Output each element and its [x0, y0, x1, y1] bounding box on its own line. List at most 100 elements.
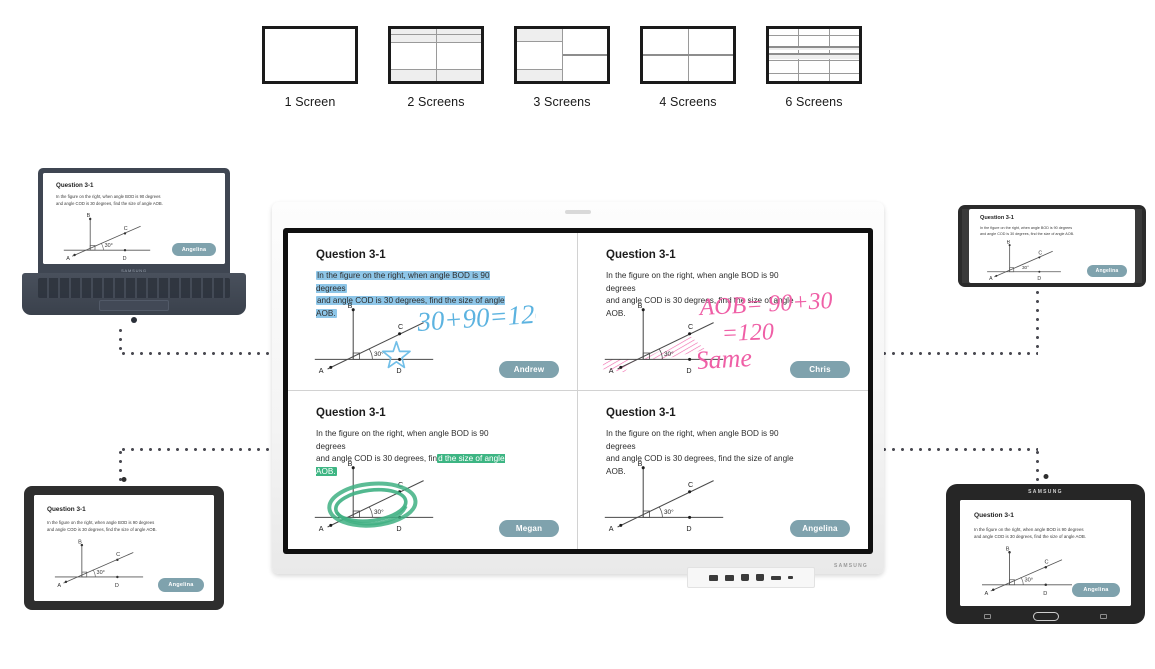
svg-text:D: D [1037, 276, 1041, 281]
layout-6-screens-icon [766, 26, 862, 84]
student-badge[interactable]: Angelina [1087, 265, 1127, 277]
pane-body-line-1: In the figure on the right, when angle B… [316, 429, 489, 451]
layout-1-screen-icon [262, 26, 358, 84]
svg-text:B: B [1007, 240, 1011, 246]
layout-option-4-screens[interactable]: 4 Screens [638, 26, 738, 109]
svg-text:A: A [319, 366, 324, 375]
tablet-camera-icon [121, 477, 127, 482]
layout-3-screens-icon [514, 26, 610, 84]
student-badge[interactable]: Angelina [790, 520, 850, 537]
tablet-left-frame: Question 3-1 In the figure on the right,… [24, 486, 224, 610]
pane-megan[interactable]: Question 3-1 In the figure on the right,… [288, 391, 578, 549]
phone-frame: Question 3-1 In the figure on the right,… [958, 205, 1146, 287]
svg-text:=120: =120 [721, 319, 774, 347]
pane-body-line-1: In the figure on the right, when angle B… [606, 429, 779, 451]
device-tablet-left[interactable]: Question 3-1 In the figure on the right,… [24, 477, 224, 610]
layout-option-6-screens[interactable]: 6 Screens [764, 26, 864, 109]
tablet-left-slide: Question 3-1 In the figure on the right,… [34, 495, 214, 601]
slide-title: Question 3-1 [56, 182, 94, 189]
pane-chris[interactable]: Question 3-1 In the figure on the right,… [578, 233, 868, 391]
slide-title: Question 3-1 [980, 215, 1014, 221]
screenshot-root: 1 Screen 2 Screens 3 Screens 4 Screens 6… [0, 0, 1155, 669]
svg-text:B: B [638, 301, 643, 310]
student-badge[interactable]: Chris [790, 361, 850, 378]
svg-text:B: B [348, 301, 353, 310]
svg-text:D: D [396, 366, 401, 375]
device-phone[interactable]: Question 3-1 In the figure on the right,… [958, 205, 1146, 287]
tablet-left-screen: Question 3-1 In the figure on the right,… [34, 495, 214, 601]
laptop-trackpad[interactable] [99, 300, 169, 311]
layout-option-label: 6 Screens [785, 95, 843, 109]
svg-text:C: C [116, 552, 120, 558]
lan-port-icon [741, 574, 749, 581]
layout-option-2-screens[interactable]: 2 Screens [386, 26, 486, 109]
student-badge[interactable]: Angelina [158, 578, 204, 592]
svg-text:D: D [123, 256, 127, 261]
tablet-camera-icon [1043, 474, 1048, 479]
pane-angelina[interactable]: Question 3-1 In the figure on the right,… [578, 391, 868, 549]
geometry-diagram: B C A D 30° [50, 539, 148, 588]
svg-text:D: D [686, 524, 691, 533]
pane-andrew[interactable]: Question 3-1 In the figure on the right,… [288, 233, 578, 391]
svg-text:B: B [78, 539, 82, 545]
laptop-keyboard[interactable] [38, 278, 230, 298]
display-brand-logo: SAMSUNG [834, 563, 868, 569]
lan-port-icon [756, 574, 764, 581]
svg-text:30°: 30° [374, 508, 384, 516]
home-button[interactable] [1032, 612, 1059, 621]
svg-text:B: B [1006, 546, 1010, 552]
connector-tablet-right-vertical [1036, 448, 1039, 488]
svg-text:C: C [398, 322, 403, 331]
slide-body-line-1: In the figure on the right, when angle B… [47, 520, 155, 525]
pane-title: Question 3-1 [606, 249, 676, 261]
recents-key-icon[interactable] [984, 614, 991, 619]
svg-text:A: A [57, 583, 61, 588]
svg-text:A: A [66, 256, 70, 261]
svg-text:A: A [985, 591, 989, 596]
student-badge[interactable]: Angelina [172, 243, 216, 256]
slide-body-line-2: and angle COD is 30 degrees, find the si… [47, 527, 157, 532]
svg-text:B: B [638, 459, 643, 468]
geometry-diagram: B C A D 30° [977, 546, 1077, 596]
svg-text:C: C [688, 480, 693, 489]
back-key-icon[interactable] [1100, 614, 1107, 619]
geometry-diagram: B C A D 30° [310, 453, 438, 537]
svg-text:C: C [1045, 560, 1049, 566]
geometry-diagram: B C A D 30° [600, 453, 728, 537]
connector-tablet-left-vertical [119, 448, 122, 490]
svg-text:D: D [115, 583, 119, 588]
svg-text:A: A [989, 276, 993, 281]
display-port-panel[interactable] [687, 567, 815, 588]
layout-option-label: 2 Screens [407, 95, 465, 109]
svg-text:30°: 30° [664, 350, 674, 358]
svg-text:30°: 30° [1022, 265, 1029, 270]
layout-option-label: 1 Screen [284, 95, 336, 109]
phone-screen: Question 3-1 In the figure on the right,… [969, 209, 1135, 283]
laptop-base [22, 273, 246, 315]
connector-laptop-to-display [119, 352, 275, 355]
student-badge[interactable]: Angelina [1072, 583, 1120, 597]
svg-text:A: A [609, 524, 614, 533]
laptop-lid: Question 3-1 In the figure on the right,… [38, 168, 230, 276]
device-tablet-right[interactable]: SAMSUNG Question 3-1 In the figure on th… [946, 474, 1145, 624]
audio-jack-icon [788, 576, 793, 579]
pane-title: Question 3-1 [606, 407, 676, 419]
display-sensor-icon [565, 210, 591, 214]
laptop-screen: Question 3-1 In the figure on the right,… [43, 173, 225, 264]
connector-display-to-phone [880, 352, 1038, 355]
svg-text:B: B [348, 459, 353, 468]
device-laptop[interactable]: Question 3-1 In the figure on the right,… [22, 168, 246, 323]
layout-option-3-screens[interactable]: 3 Screens [512, 26, 612, 109]
student-badge[interactable]: Megan [499, 520, 559, 537]
svg-text:30°: 30° [664, 508, 674, 516]
interactive-display[interactable]: SAMSUNG Question 3-1 In the figure on th… [272, 202, 884, 588]
layout-option-label: 3 Screens [533, 95, 591, 109]
connector-laptop-vertical [119, 326, 122, 354]
slide-body-line-1: In the figure on the right, when angle B… [974, 527, 1084, 532]
layout-2-screens-icon [388, 26, 484, 84]
display-screen: Question 3-1 In the figure on the right,… [283, 228, 873, 554]
layout-option-1-screen[interactable]: 1 Screen [260, 26, 360, 109]
student-badge[interactable]: Andrew [499, 361, 559, 378]
svg-text:30°: 30° [105, 243, 113, 249]
slide-title: Question 3-1 [47, 506, 86, 513]
